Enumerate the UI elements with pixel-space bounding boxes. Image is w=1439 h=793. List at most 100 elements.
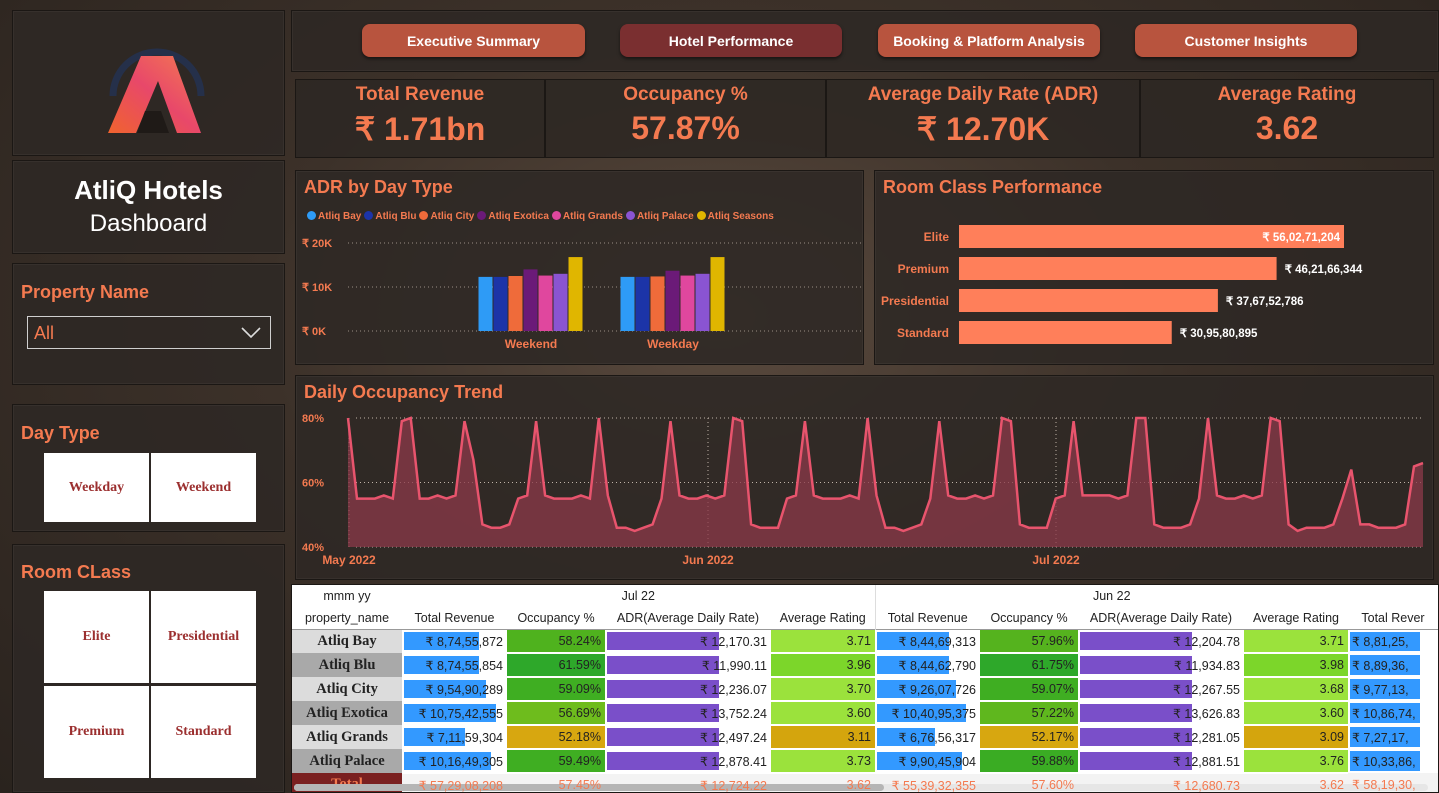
room-class-standard-button[interactable]: Standard: [151, 686, 256, 778]
nav-bar: Executive Summary Hotel Performance Book…: [291, 10, 1439, 72]
y-tick-label: ₹ 0K: [302, 326, 326, 338]
adr-cell: ₹ 12,204.78: [1078, 629, 1244, 654]
revenue-cell: ₹ 8,74,55,872: [402, 629, 507, 654]
room-class-label: Room CLass: [21, 562, 132, 582]
chevron-down-icon: [241, 327, 261, 339]
y-tick-label: ₹ 20K: [302, 238, 332, 250]
revenue-cell: ₹ 9,26,07,726: [875, 677, 980, 702]
kpi-label: Total Revenue: [355, 84, 485, 105]
occupancy-cell: 61.75%: [980, 653, 1078, 678]
category-label: Presidential: [881, 294, 949, 308]
revenue-cell: ₹ 10,75,42,555: [402, 701, 507, 726]
table-row[interactable]: Atliq Grands ₹ 7,11,59,304 52.18% ₹ 12,497.…: [292, 725, 1438, 750]
room-class-premium-button[interactable]: Premium: [44, 686, 149, 778]
nav-customer-insights[interactable]: Customer Insights: [1135, 24, 1357, 57]
y-tick-label: ₹ 10K: [302, 282, 332, 294]
row-property-name: Atliq Exotica: [292, 701, 402, 725]
occupancy-cell: 56.69%: [507, 701, 605, 726]
rating-cell: 3.60: [1244, 701, 1348, 726]
header-property-name[interactable]: property_name: [292, 607, 402, 630]
kpi-value: 3.62: [1255, 110, 1319, 146]
col-occupancy[interactable]: Occupancy %: [507, 607, 605, 630]
kpi-value: 57.87%: [631, 110, 740, 146]
col-total-revenue[interactable]: Total Revenue: [402, 607, 507, 630]
col-occupancy[interactable]: Occupancy %: [980, 607, 1078, 630]
table-row[interactable]: Atliq Blu ₹ 8,74,55,854 61.59% ₹ 11,990.11 3…: [292, 653, 1438, 678]
row-property-name: Atliq Blu: [292, 653, 402, 677]
bar: [959, 321, 1172, 344]
title-panel: AtliQ Hotels Dashboard: [12, 160, 285, 254]
col-total-revenue-next[interactable]: Total Rever: [1348, 607, 1438, 630]
bar: [493, 276, 508, 331]
day-type-panel: Day Type Weekday Weekend: [12, 404, 285, 532]
revenue-cell-next: ₹ 9,77,13,: [1348, 677, 1438, 701]
adr-by-day-type-chart: ADR by Day Type Atliq Bay Atliq Blu Atliq …: [295, 170, 864, 365]
row-property-name: Atliq Bay: [292, 629, 402, 653]
day-type-weekend-button[interactable]: Weekend: [151, 453, 256, 522]
occupancy-cell: 59.07%: [980, 677, 1078, 702]
kpi-value: ₹ 1.71bn: [354, 111, 486, 147]
rating-cell: 3.96: [771, 653, 875, 678]
logo-panel: [12, 10, 285, 156]
bar: [959, 257, 1277, 280]
table-row[interactable]: Atliq Bay ₹ 8,74,55,872 58.24% ₹ 12,170.31 3…: [292, 629, 1438, 654]
bar: [695, 273, 710, 331]
header-month-next: [1348, 585, 1438, 607]
adr-cell: ₹ 13,626.83: [1078, 701, 1244, 726]
adr-cell: ₹ 12,170.31: [605, 629, 771, 654]
occupancy-cell: 61.59%: [507, 653, 605, 678]
table-row[interactable]: Atliq City ₹ 9,54,90,289 59.09% ₹ 12,236.07…: [292, 677, 1438, 702]
col-average-rating[interactable]: Average Rating: [771, 607, 875, 630]
kpi-value: ₹ 12.70K: [916, 111, 1050, 147]
col-adr[interactable]: ADR(Average Daily Rate): [1078, 607, 1244, 630]
row-property-name: Atliq Grands: [292, 725, 402, 749]
table-row[interactable]: Atliq Palace ₹ 10,16,49,305 59.49% ₹ 12,878…: [292, 749, 1438, 774]
header-month-jun: Jun 22: [874, 585, 1348, 607]
col-average-rating[interactable]: Average Rating: [1244, 607, 1348, 630]
kpi-occupancy: Occupancy % 57.87%: [545, 79, 826, 158]
bar: [635, 276, 650, 331]
occupancy-chart-svg: 80% 60% 40%May 2022 Jun 2022 Jul 2022: [302, 413, 1424, 567]
nav-executive-summary[interactable]: Executive Summary: [362, 24, 585, 57]
bar: [959, 289, 1218, 312]
adr-cell: ₹ 12,281.05: [1078, 725, 1244, 750]
property-dropdown[interactable]: All: [27, 316, 271, 349]
room-class-elite-button[interactable]: Elite: [44, 591, 149, 683]
x-tick-label: May 2022: [322, 553, 376, 567]
adr-cell: ₹ 12,267.55: [1078, 677, 1244, 702]
header-month-jul: Jul 22: [621, 589, 655, 603]
revenue-cell-next: ₹ 10,33,86,: [1348, 749, 1438, 773]
occupancy-cell: 52.18%: [507, 725, 605, 750]
day-type-weekday-button[interactable]: Weekday: [44, 453, 149, 522]
row-property-name: Atliq Palace: [292, 749, 402, 773]
rating-cell: 3.76: [1244, 749, 1348, 774]
adr-cell: ₹ 11,990.11: [605, 653, 771, 678]
category-label: Premium: [898, 262, 949, 276]
rating-cell: 3.68: [1244, 677, 1348, 702]
adr-cell: ₹ 12,881.51: [1078, 749, 1244, 774]
kpi-average-rating: Average Rating 3.62: [1140, 79, 1434, 158]
property-filter-panel: Property Name All: [12, 263, 285, 385]
occupancy-cell: 58.24%: [507, 629, 605, 654]
bar: [710, 257, 725, 331]
bar: [650, 276, 665, 331]
revenue-cell: ₹ 8,44,62,790: [875, 653, 980, 678]
kpi-total-revenue: Total Revenue ₹ 1.71bn: [295, 79, 545, 158]
kpi-label: Occupancy %: [623, 84, 748, 105]
col-total-revenue[interactable]: Total Revenue: [874, 607, 980, 630]
revenue-cell: ₹ 10,16,49,305: [402, 749, 507, 774]
rating-cell: 3.71: [1244, 629, 1348, 654]
room-class-presidential-button[interactable]: Presidential: [151, 591, 256, 683]
nav-booking-platform-analysis[interactable]: Booking & Platform Analysis: [878, 24, 1100, 57]
occupancy-cell: 57.96%: [980, 629, 1078, 654]
revenue-cell: ₹ 8,44,69,313: [875, 629, 980, 654]
adr-cell: ₹ 12,878.41: [605, 749, 771, 774]
col-adr[interactable]: ADR(Average Daily Rate): [605, 607, 771, 630]
revenue-cell-next: ₹ 7,27,17,: [1348, 725, 1438, 749]
hotel-matrix-table: mmm yy Jul 22 Jun 22 property_name Total…: [291, 584, 1439, 793]
y-tick-label: 80%: [302, 413, 324, 425]
y-tick-label: 40%: [302, 542, 324, 554]
nav-hotel-performance[interactable]: Hotel Performance: [620, 24, 842, 57]
table-row[interactable]: Atliq Exotica ₹ 10,75,42,555 56.69% ₹ 13,75…: [292, 701, 1438, 726]
room-chart-svg: Elite ₹ 56,02,71,204 Premium ₹ 46,21,66,344…: [881, 225, 1363, 344]
